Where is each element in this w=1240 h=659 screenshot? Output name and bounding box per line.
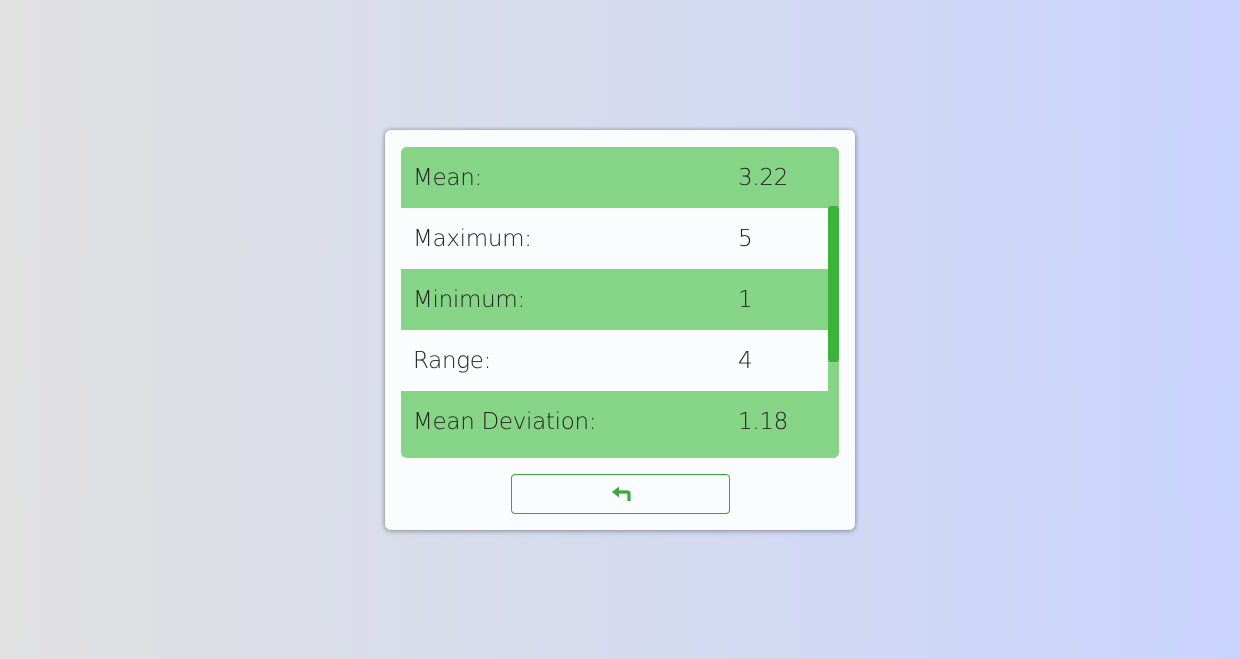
stat-label: Mean Deviation: bbox=[413, 408, 597, 435]
stat-row-minimum: Minimum: 1 bbox=[401, 269, 828, 330]
statistics-list: Mean: 3.22 Maximum: 5 Minimum: 1 Range: … bbox=[401, 147, 828, 452]
stat-label: Maximum: bbox=[413, 225, 532, 252]
stat-label: Mean: bbox=[413, 164, 482, 191]
stat-value: 4 bbox=[738, 347, 753, 374]
stat-label: Minimum: bbox=[413, 286, 525, 313]
stat-value: 5 bbox=[738, 225, 753, 252]
stat-row-maximum: Maximum: 5 bbox=[401, 208, 828, 269]
stat-row-mean-deviation: Mean Deviation: 1.18 bbox=[401, 391, 828, 452]
stat-value: 1 bbox=[738, 286, 753, 313]
back-button[interactable] bbox=[511, 474, 730, 514]
stat-label: Range: bbox=[413, 347, 492, 374]
stat-value: 3.22 bbox=[738, 164, 789, 191]
scrollbar-track[interactable] bbox=[828, 147, 839, 458]
stat-row-mean: Mean: 3.22 bbox=[401, 147, 828, 208]
statistics-card: Mean: 3.22 Maximum: 5 Minimum: 1 Range: … bbox=[385, 130, 855, 530]
statistics-scroll-area[interactable]: Mean: 3.22 Maximum: 5 Minimum: 1 Range: … bbox=[401, 147, 839, 458]
stat-row-range: Range: 4 bbox=[401, 330, 828, 391]
return-arrow-icon bbox=[611, 486, 631, 502]
scrollbar-thumb[interactable] bbox=[828, 206, 839, 362]
stat-value: 1.18 bbox=[738, 408, 789, 435]
